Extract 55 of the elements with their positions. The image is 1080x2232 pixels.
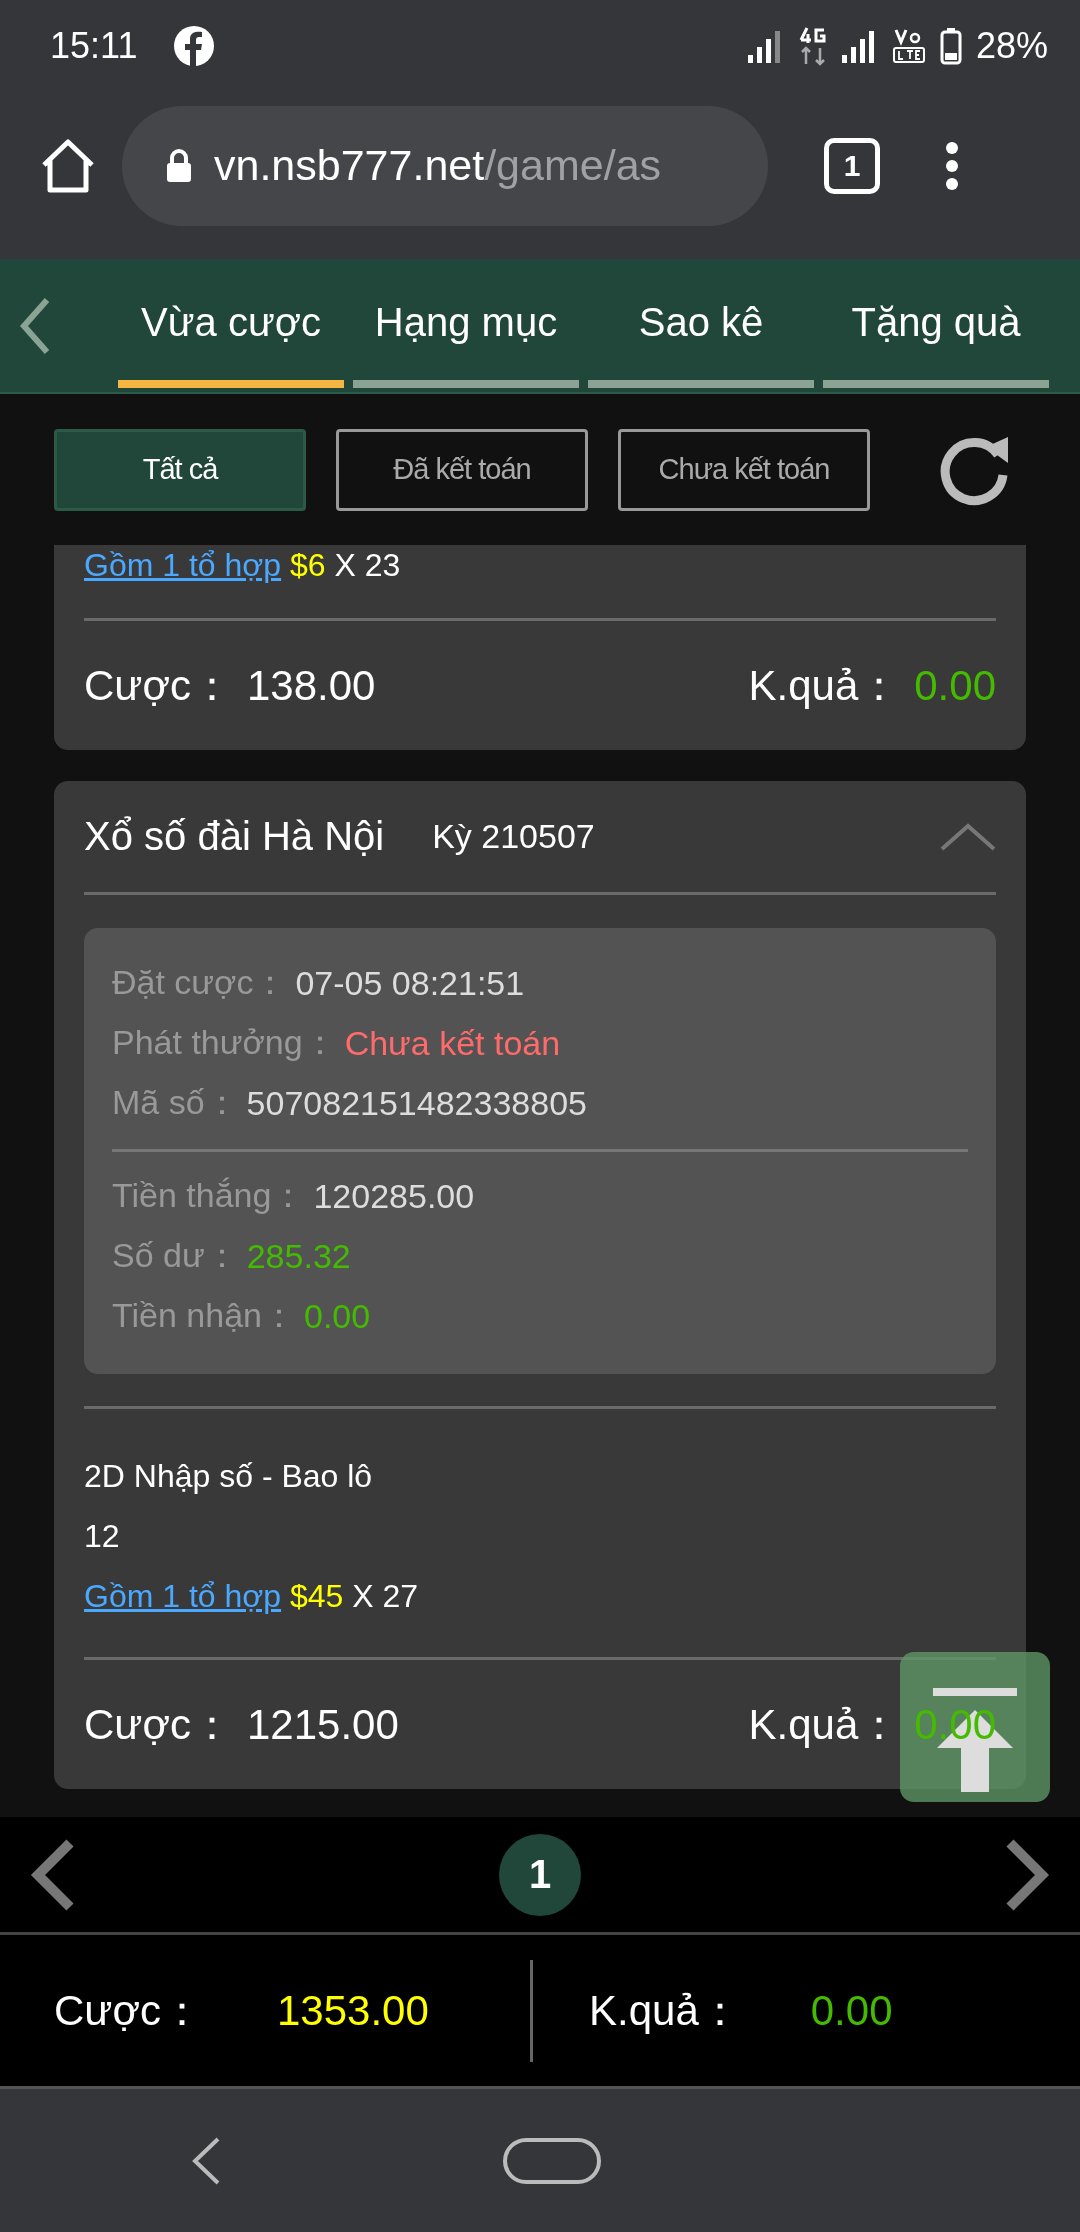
bet-label: Cược： — [84, 1699, 233, 1750]
bet-numbers: 12 — [84, 1517, 121, 1556]
filter-button[interactable]: Chưa kết toán — [618, 428, 870, 511]
detail-label: Phát thưởng： — [112, 1022, 337, 1063]
detail-value: 07-05 08:21:51 — [295, 963, 525, 1003]
home-pill-icon[interactable] — [502, 2136, 602, 2185]
total-bet-label: Cược： — [54, 1985, 203, 2036]
game-type: 2D Nhập số - Bao lô — [84, 1457, 374, 1496]
total-result-amount: 0.00 — [810, 1986, 893, 2035]
next-page-icon[interactable] — [1004, 1838, 1050, 1911]
result-label: K.quả： — [748, 660, 901, 711]
facebook-icon — [173, 25, 216, 67]
period-number: Kỳ 210507 — [432, 817, 595, 856]
detail-value: Chưa kết toán — [344, 1023, 561, 1063]
detail-label: Mã số： — [112, 1082, 239, 1123]
total-result-label: K.quả： — [589, 1985, 741, 2036]
filter-button[interactable]: Tất cả — [54, 428, 306, 511]
bet-label: Cược： — [84, 660, 233, 711]
multiplier: X 27 — [352, 1578, 419, 1614]
mobile-data-icon — [797, 26, 828, 66]
multiplier: X 23 — [334, 547, 401, 583]
total-bet-amount: 1353.00 — [277, 1986, 429, 2035]
detail-value: 507082151482338805 — [246, 1083, 587, 1123]
bet-amount: 1215.00 — [247, 1700, 399, 1749]
detail-value: 285.32 — [246, 1236, 351, 1276]
result-label: K.quả： — [748, 1699, 901, 1750]
detail-value: 120285.00 — [313, 1176, 475, 1216]
bet-amount: 138.00 — [247, 661, 376, 710]
home-icon[interactable] — [40, 138, 96, 193]
address-bar[interactable]: vn.nsb777.net/game/as — [122, 105, 768, 226]
tab-count-button[interactable]: 1 — [824, 137, 880, 194]
detail-label: Tiền thắng： — [112, 1175, 306, 1216]
chevron-up-icon[interactable] — [940, 822, 996, 851]
status-time: 15:11 — [50, 25, 138, 67]
combo-link[interactable]: Gồm 1 tổ hợp — [84, 547, 282, 583]
detail-label: Đặt cược： — [112, 962, 288, 1003]
detail-label: Số dư： — [112, 1235, 239, 1276]
back-icon[interactable] — [190, 2135, 222, 2186]
detail-value: 0.00 — [303, 1296, 371, 1336]
previous-page-icon[interactable] — [30, 1838, 76, 1911]
stake-amount: $6 — [289, 547, 326, 583]
stake-amount: $45 — [289, 1578, 344, 1614]
battery-percent: 28% — [975, 25, 1048, 67]
filter-button[interactable]: Đã kết toán — [336, 428, 588, 511]
battery-icon — [939, 27, 962, 65]
back-chevron-icon[interactable] — [20, 296, 50, 355]
result-amount: 0.00 — [914, 661, 996, 710]
detail-label: Tiền nhận： — [112, 1295, 296, 1336]
url-text: vn.nsb777.net/game/as — [214, 141, 662, 190]
volte-icon — [891, 28, 926, 64]
lock-icon — [166, 148, 192, 183]
more-menu-icon[interactable] — [944, 139, 960, 192]
page-number[interactable]: 1 — [499, 1833, 581, 1916]
lottery-title: Xổ số đài Hà Nội — [84, 814, 385, 859]
combo-link[interactable]: Gồm 1 tổ hợp — [84, 1578, 282, 1614]
